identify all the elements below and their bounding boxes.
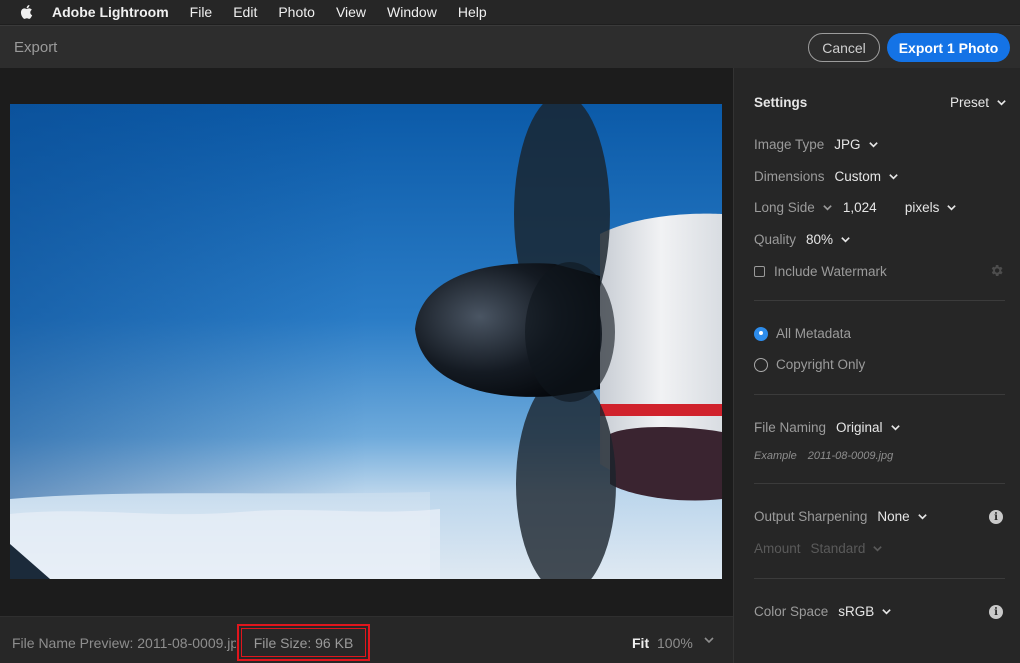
dimensions-label: Dimensions <box>754 169 825 184</box>
image-type-label: Image Type <box>754 137 825 152</box>
chevron-down-icon[interactable] <box>888 171 899 182</box>
all-metadata-label[interactable]: All Metadata <box>776 326 851 341</box>
menu-photo[interactable]: Photo <box>278 4 315 20</box>
menu-file[interactable]: File <box>190 4 213 20</box>
preview-footer: File Name Preview: 2011-08-0009.jpg File… <box>0 616 733 663</box>
file-size-highlight: File Size: 96 KB <box>237 624 370 661</box>
amount-dropdown: Standard <box>810 541 866 556</box>
output-sharpening-dropdown[interactable]: None <box>877 509 909 524</box>
quality-label: Quality <box>754 232 797 247</box>
settings-heading: Settings <box>754 95 808 110</box>
long-side-row: Long Side 1,024 pixels <box>754 200 957 215</box>
chevron-down-icon <box>997 100 1006 106</box>
output-sharpening-row: Output Sharpening None <box>754 509 928 524</box>
preset-label: Preset <box>950 95 990 110</box>
metadata-option-all[interactable]: All Metadata <box>754 326 851 341</box>
app-menu[interactable]: Adobe Lightroom <box>52 4 169 20</box>
settings-header: Settings <box>754 95 807 110</box>
fit-button[interactable]: Fit <box>632 635 649 651</box>
info-icon[interactable]: i <box>989 605 1003 619</box>
radio-all-metadata[interactable] <box>754 326 768 341</box>
menu-window[interactable]: Window <box>387 4 437 20</box>
example-label: Example <box>754 450 797 462</box>
divider <box>754 483 1005 484</box>
file-naming-example: Example 2011-08-0009.jpg <box>754 450 893 462</box>
long-side-input[interactable]: 1,024 <box>843 200 905 215</box>
settings-panel: Settings Preset Image Type JPG Dimension… <box>733 68 1020 663</box>
image-type-row: Image Type JPG <box>754 137 879 152</box>
file-naming-dropdown[interactable]: Original <box>836 420 883 435</box>
preset-dropdown[interactable]: Preset <box>950 95 1007 110</box>
chevron-down-icon[interactable] <box>703 634 715 646</box>
file-name-preview: File Name Preview: 2011-08-0009.jpg <box>12 635 236 651</box>
divider <box>754 394 1005 395</box>
copyright-only-label[interactable]: Copyright Only <box>776 357 865 372</box>
example-value: 2011-08-0009.jpg <box>807 450 894 462</box>
chevron-down-icon[interactable] <box>946 202 957 213</box>
chevron-down-icon[interactable] <box>890 422 901 433</box>
quality-dropdown[interactable]: 80% <box>806 232 833 247</box>
gear-icon[interactable] <box>989 263 1004 278</box>
color-space-dropdown[interactable]: sRGB <box>838 604 874 619</box>
airplane-propeller-image <box>10 104 722 579</box>
dialog-header: Export Cancel Export 1 Photo <box>0 26 1020 68</box>
menu-view[interactable]: View <box>336 4 366 20</box>
photo-preview <box>10 104 722 579</box>
color-space-label: Color Space <box>754 604 829 619</box>
apple-logo-icon[interactable] <box>18 3 36 21</box>
chevron-down-icon[interactable] <box>822 202 833 213</box>
watermark-label[interactable]: Include Watermark <box>774 264 887 279</box>
dialog-title: Export <box>14 39 58 56</box>
dimensions-row: Dimensions Custom <box>754 169 899 184</box>
unit-dropdown[interactable]: pixels <box>905 200 940 215</box>
chevron-down-icon <box>873 546 883 552</box>
chevron-down-icon[interactable] <box>868 139 879 150</box>
long-side-dropdown[interactable]: Long Side <box>754 200 815 215</box>
dimensions-dropdown[interactable]: Custom <box>835 169 882 184</box>
menu-bar: Adobe Lightroom File Edit Photo View Win… <box>0 0 1020 24</box>
watermark-checkbox[interactable] <box>754 266 765 277</box>
chevron-down-icon[interactable] <box>917 511 928 522</box>
quality-row: Quality 80% <box>754 232 851 247</box>
chevron-down-icon[interactable] <box>840 234 851 245</box>
info-icon[interactable]: i <box>989 510 1003 524</box>
watermark-row: Include Watermark <box>754 264 887 279</box>
zoom-level[interactable]: 100% <box>657 635 693 651</box>
output-sharpening-label: Output Sharpening <box>754 509 868 524</box>
menu-edit[interactable]: Edit <box>233 4 257 20</box>
file-naming-label: File Naming <box>754 420 827 435</box>
chevron-down-icon[interactable] <box>881 606 892 617</box>
cancel-button[interactable]: Cancel <box>808 33 880 62</box>
divider <box>754 578 1005 579</box>
export-dialog: Export Cancel Export 1 Photo File Name P… <box>0 25 1020 663</box>
preview-area: File Name Preview: 2011-08-0009.jpg File… <box>0 68 733 663</box>
amount-row: Amount Standard <box>754 541 883 556</box>
menu-help[interactable]: Help <box>458 4 487 20</box>
file-naming-row: File Naming Original <box>754 420 901 435</box>
file-size-label: File Size: 96 KB <box>253 634 354 651</box>
amount-label: Amount <box>754 541 801 556</box>
color-space-row: Color Space sRGB <box>754 604 892 619</box>
image-type-dropdown[interactable]: JPG <box>834 137 860 152</box>
divider <box>754 300 1005 301</box>
radio-copyright-only[interactable] <box>754 357 768 372</box>
metadata-option-copyright[interactable]: Copyright Only <box>754 357 865 372</box>
export-button[interactable]: Export 1 Photo <box>887 33 1010 62</box>
